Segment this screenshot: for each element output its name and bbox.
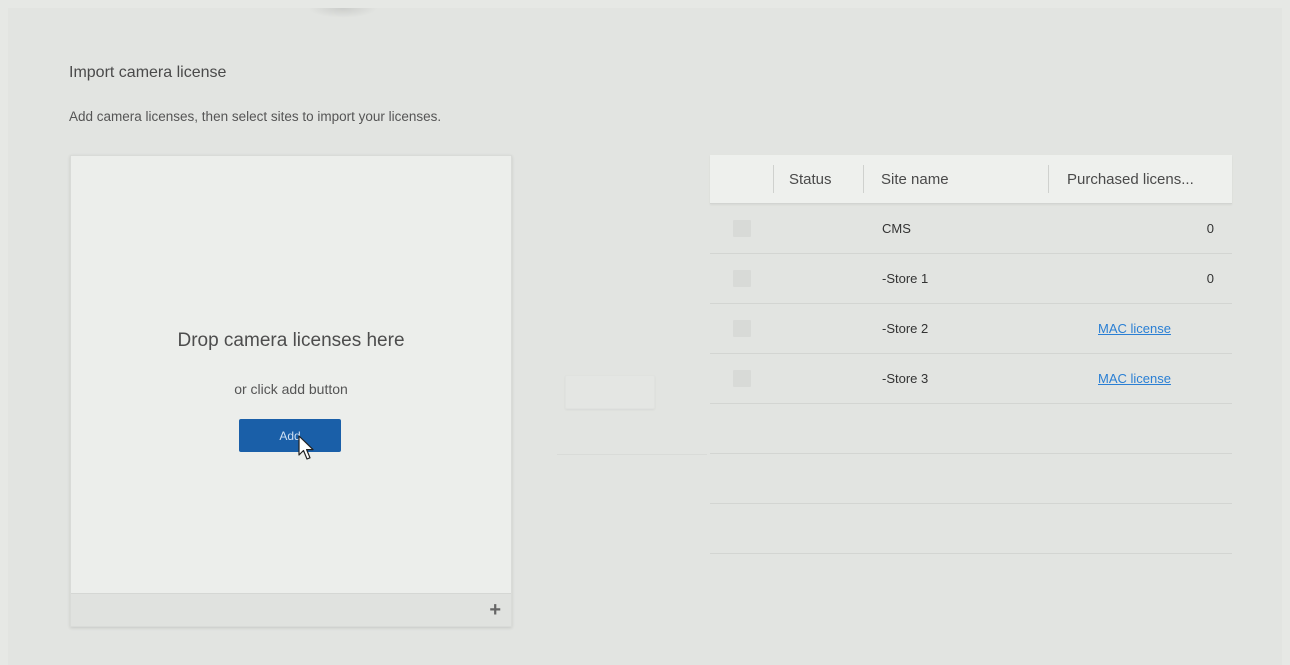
plus-icon[interactable]: + [489, 600, 501, 620]
table-row[interactable]: -Store 3 MAC license [710, 354, 1232, 404]
add-license-button[interactable]: Add [239, 419, 341, 452]
site-name-cell: -Store 2 [882, 321, 929, 336]
row-checkbox[interactable] [733, 370, 751, 387]
purchased-licenses-cell: 0 [1206, 221, 1214, 236]
sites-table: Status Site name Purchased licens... CMS… [710, 155, 1232, 554]
import-license-page: Import camera license Add camera license… [8, 8, 1282, 665]
row-checkbox[interactable] [733, 220, 751, 237]
page-title: Import camera license [69, 64, 227, 81]
row-checkbox[interactable] [733, 320, 751, 337]
drop-zone-subheading: or click add button [234, 381, 348, 397]
column-header-status[interactable]: Status [789, 155, 832, 203]
mac-license-link[interactable]: MAC license [1098, 304, 1171, 353]
top-shadow-decoration [308, 8, 378, 18]
table-header: Status Site name Purchased licens... [710, 155, 1232, 204]
empty-table-row [710, 454, 1232, 504]
site-name-cell: -Store 3 [882, 371, 929, 386]
table-row[interactable]: -Store 2 MAC license [710, 304, 1232, 354]
column-header-purchased-licenses[interactable]: Purchased licens... [1067, 155, 1194, 203]
column-separator [1048, 165, 1049, 193]
column-separator [863, 165, 864, 193]
page-subtitle: Add camera licenses, then select sites t… [69, 109, 442, 124]
column-header-site-name[interactable]: Site name [881, 155, 949, 203]
empty-table-row [710, 404, 1232, 454]
table-row[interactable]: CMS 0 [710, 204, 1232, 254]
table-row[interactable]: -Store 1 0 [710, 254, 1232, 304]
site-name-cell: CMS [882, 221, 911, 236]
license-drop-zone[interactable]: Drop camera licenses here or click add b… [70, 155, 512, 627]
drop-zone-heading: Drop camera licenses here [177, 330, 405, 351]
mouse-cursor-icon [298, 435, 314, 460]
purchased-licenses-cell: 0 [1206, 271, 1214, 286]
import-button[interactable] [565, 375, 655, 409]
site-name-cell: -Store 1 [882, 271, 929, 286]
mac-license-link[interactable]: MAC license [1098, 354, 1171, 403]
row-checkbox[interactable] [733, 270, 751, 287]
drop-zone-footer: + [71, 593, 511, 626]
column-separator [773, 165, 774, 193]
empty-table-row [710, 504, 1232, 554]
divider [557, 454, 707, 455]
